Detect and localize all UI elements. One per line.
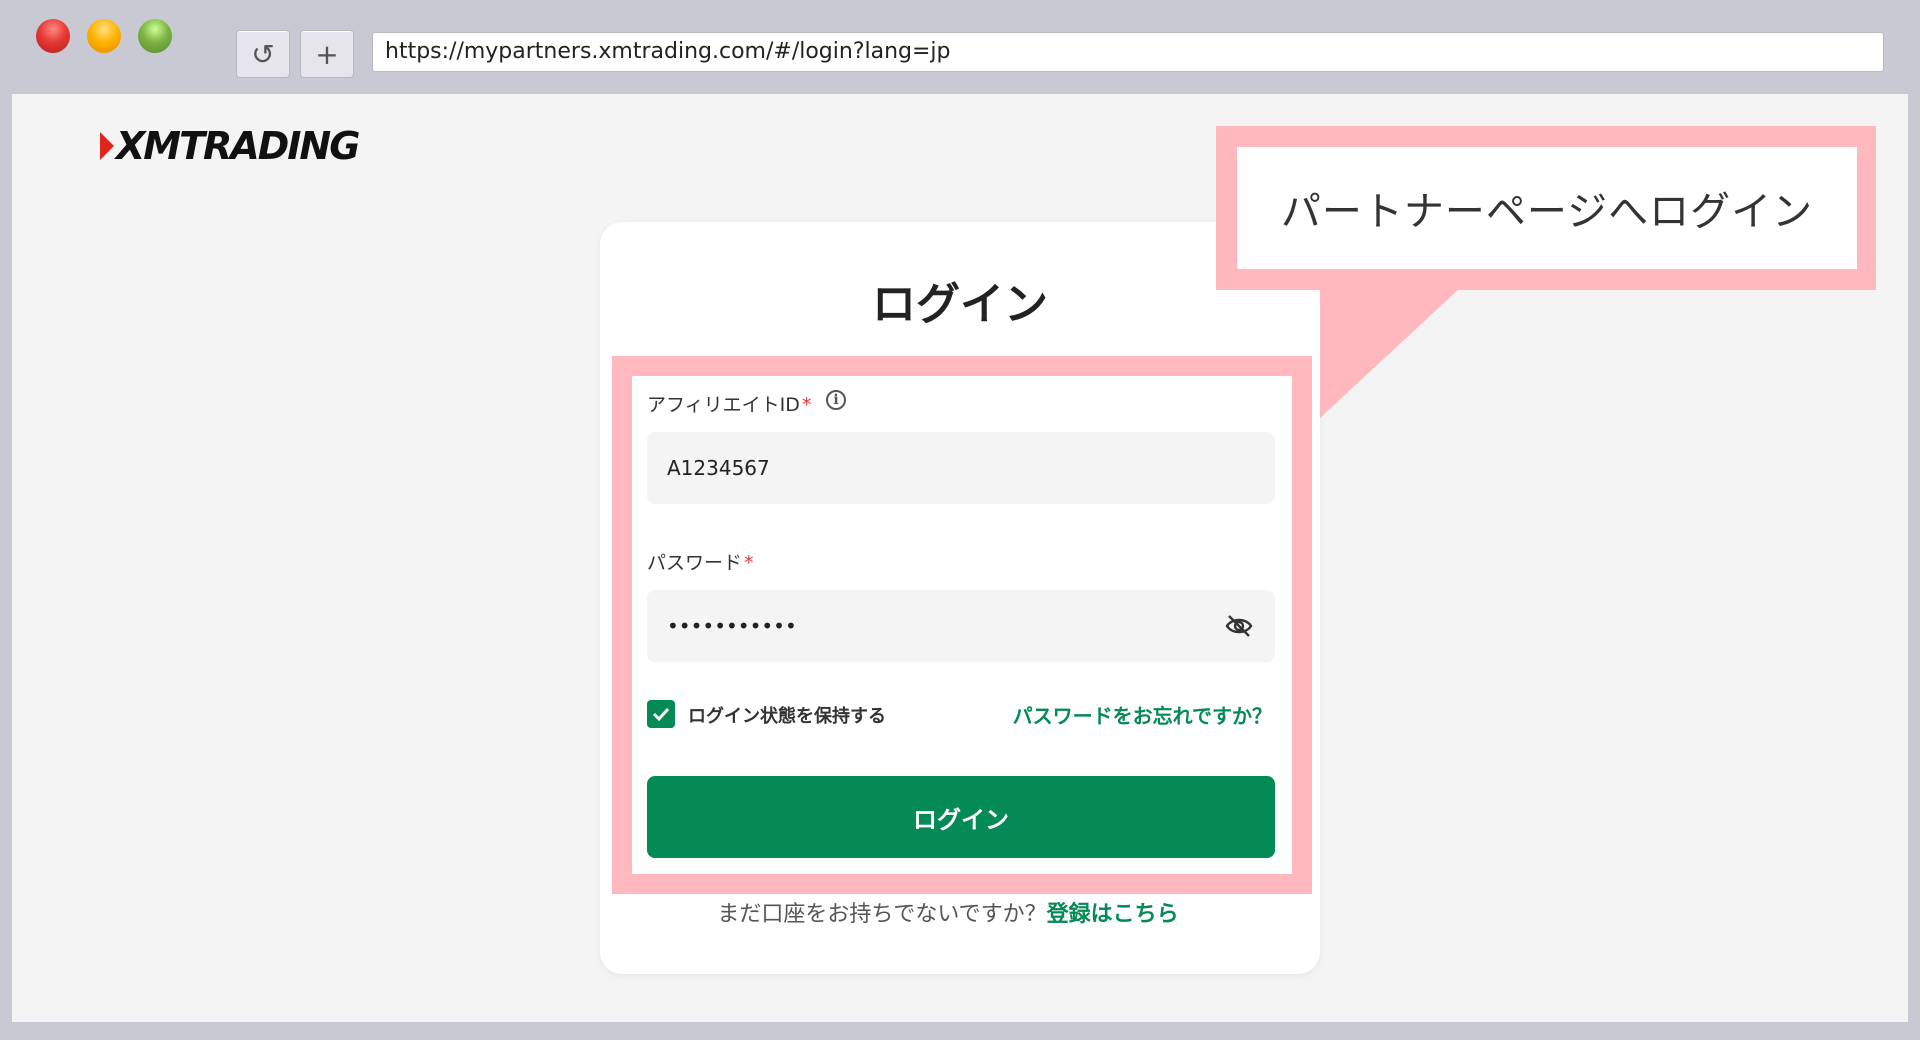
logo-text: XMTRADING (116, 124, 360, 168)
forgot-password-link[interactable]: パスワードをお忘れですか？ (1013, 700, 1272, 729)
remember-me-label[interactable]: ログイン状態を保持する (688, 702, 886, 728)
close-window-button[interactable] (36, 19, 70, 53)
eye-off-icon[interactable] (1225, 614, 1253, 638)
signup-prompt: まだ口座をお持ちでないですか？登録はこちら (588, 896, 1308, 928)
new-tab-button[interactable]: + (300, 30, 354, 78)
affiliate-id-value: A1234567 (667, 456, 770, 480)
callout-tail (1320, 288, 1460, 418)
affiliate-id-label-wrap: アフィリエイトID * (647, 390, 811, 417)
plus-icon: + (315, 37, 339, 71)
password-input[interactable]: ••••••••••• (647, 590, 1275, 662)
xmtrading-logo[interactable]: XMTRADING (100, 124, 360, 168)
maximize-window-button[interactable] (138, 19, 172, 53)
login-button[interactable]: ログイン (647, 776, 1275, 858)
minimize-window-button[interactable] (87, 19, 121, 53)
signup-link[interactable]: 登録はこちら (1047, 902, 1179, 927)
reload-icon: ↺ (251, 37, 275, 71)
callout-box: パートナーページへログイン (1237, 147, 1857, 269)
logo-mark-icon (100, 132, 114, 160)
password-label-wrap: パスワード * (647, 548, 754, 575)
check-icon (652, 707, 670, 722)
password-label: パスワード (647, 552, 743, 574)
address-bar[interactable]: https://mypartners.xmtrading.com/#/login… (372, 32, 1884, 72)
signup-prompt-text: まだ口座をお持ちでないですか？ (717, 902, 1047, 927)
affiliate-id-input[interactable]: A1234567 (647, 432, 1275, 504)
reload-button[interactable]: ↺ (236, 30, 290, 78)
remember-me-checkbox[interactable] (647, 700, 675, 728)
affiliate-id-label: アフィリエイトID (647, 394, 800, 416)
password-value: ••••••••••• (667, 614, 797, 638)
required-mark: * (801, 394, 812, 416)
callout-text: パートナーページへログイン (1280, 189, 1814, 235)
page-title: ログイン (872, 279, 1048, 330)
required-mark: * (744, 552, 754, 574)
browser-chrome: ↺ + https://mypartners.xmtrading.com/#/l… (0, 0, 1920, 94)
info-icon[interactable]: i (826, 390, 846, 410)
